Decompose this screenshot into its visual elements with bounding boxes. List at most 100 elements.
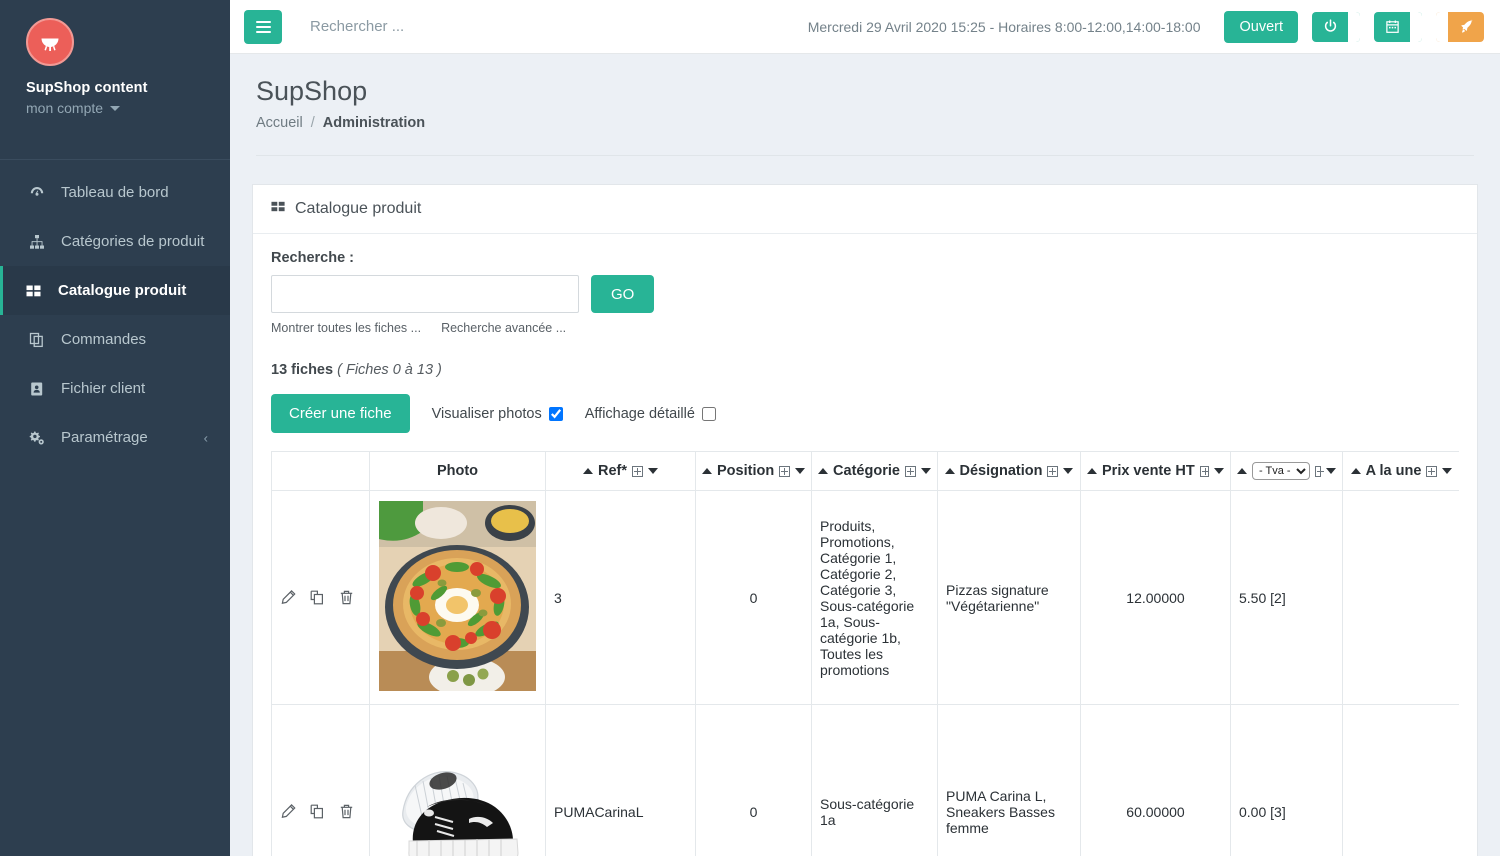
column-filter-icon[interactable] <box>1315 465 1324 477</box>
sidebar-item-label: Tableau de bord <box>61 184 169 201</box>
grid-icon <box>26 283 48 299</box>
breadcrumb: Accueil / Administration <box>256 115 1474 131</box>
th-alaune-label: A la une <box>1365 463 1422 479</box>
pizza-photo[interactable] <box>379 501 536 691</box>
duplicate-icon[interactable] <box>309 803 326 820</box>
row-photo-cell <box>369 704 546 856</box>
account-menu[interactable]: mon compte <box>26 100 230 116</box>
power-toggle[interactable] <box>1312 11 1360 42</box>
status-badge-ouvert[interactable]: Ouvert <box>1224 10 1298 43</box>
sitemap-icon <box>29 234 51 250</box>
records-count-total: 13 fiches <box>271 362 334 378</box>
sidebar-item-catalogue-produit[interactable]: Catalogue produit <box>0 266 230 315</box>
column-filter-icon[interactable] <box>779 465 790 477</box>
records-count: 13 fiches ( Fiches 0 à 13 ) <box>271 362 1459 378</box>
advanced-search-link[interactable]: Recherche avancée ... <box>441 321 566 335</box>
th-categorie: Catégorie <box>811 452 938 491</box>
sort-desc-icon[interactable] <box>648 468 658 474</box>
row-ref: 3 <box>545 490 696 705</box>
th-designation: Désignation <box>937 452 1081 491</box>
menu-toggle-button[interactable] <box>244 9 282 44</box>
catalogue-search-input[interactable] <box>271 275 579 313</box>
visualiser-photos-label: Visualiser photos <box>431 405 542 422</box>
sort-asc-icon[interactable] <box>818 468 829 474</box>
trash-icon[interactable] <box>338 589 355 606</box>
sidebar-item-tableau-de-bord[interactable]: Tableau de bord <box>0 168 230 217</box>
sort-desc-icon[interactable] <box>920 468 931 474</box>
gears-icon <box>29 430 51 446</box>
sidebar-item-commandes[interactable]: Commandes <box>0 315 230 364</box>
pencil-icon[interactable] <box>280 589 297 606</box>
account-label: mon compte <box>26 100 104 116</box>
trash-icon[interactable] <box>338 803 355 820</box>
sort-desc-icon[interactable] <box>1326 468 1336 474</box>
row-categorie: Sous-catégorie 1a <box>811 704 938 856</box>
toggle-knob <box>1348 11 1360 42</box>
row-tva: 5.50 [2] <box>1230 490 1343 705</box>
sort-desc-icon[interactable] <box>1214 468 1224 474</box>
row-categorie: Produits, Promotions, Catégorie 1, Catég… <box>811 490 938 705</box>
sort-desc-icon[interactable] <box>1442 468 1453 474</box>
calendar-toggle[interactable] <box>1374 11 1422 42</box>
visualiser-photos-checkbox-wrap[interactable]: Visualiser photos <box>432 406 563 422</box>
column-filter-icon[interactable] <box>1047 465 1059 477</box>
row-position: 0 <box>695 704 812 856</box>
row-actions <box>280 589 361 606</box>
table-row: 3 0 Produits, Promotions, Catégorie 1, C… <box>271 490 1459 705</box>
row-actions-cell <box>271 704 370 856</box>
sidebar-item-categories-de-produit[interactable]: Catégories de produit <box>0 217 230 266</box>
breadcrumb-separator: / <box>310 115 315 131</box>
panel-wrap: Catalogue produit Recherche : GO Montrer… <box>230 156 1500 856</box>
th-photo: Photo <box>369 452 546 491</box>
search-input[interactable] <box>308 17 608 36</box>
panel-header: Catalogue produit <box>253 185 1477 234</box>
sort-asc-icon[interactable] <box>702 468 712 474</box>
column-filter-icon[interactable] <box>904 465 916 477</box>
toggle-knob <box>1410 11 1422 42</box>
brand-name: SupShop content <box>26 80 148 96</box>
go-button[interactable]: GO <box>591 275 655 313</box>
sidebar-item-label: Commandes <box>61 331 147 348</box>
sidebar-item-fichier-client[interactable]: Fichier client <box>0 364 230 413</box>
row-actions <box>280 803 361 820</box>
topbar: Mercredi 29 Avril 2020 15:25 - Horaires … <box>230 0 1500 54</box>
catalogue-table-scroll[interactable]: Photo Ref* Position Catégorie Désignatio… <box>271 451 1459 856</box>
breadcrumb-home[interactable]: Accueil <box>256 115 303 131</box>
sneaker-photo[interactable] <box>379 715 536 856</box>
row-designation: PUMA Carina L, Sneakers Basses femme <box>937 704 1081 856</box>
rocket-toggle[interactable] <box>1436 11 1484 42</box>
row-alaune <box>1342 704 1459 856</box>
affichage-detaille-checkbox-wrap[interactable]: Affichage détaillé <box>585 406 716 422</box>
row-prix: 60.00000 <box>1080 704 1231 856</box>
sidebar-item-parametrage[interactable]: Paramétrage ‹ <box>0 413 230 462</box>
sort-desc-icon[interactable] <box>795 468 805 474</box>
duplicate-icon[interactable] <box>309 589 326 606</box>
sort-asc-icon[interactable] <box>1350 468 1361 474</box>
tva-select[interactable]: - Tva - <box>1252 462 1310 480</box>
visualiser-photos-checkbox[interactable] <box>548 406 563 421</box>
sidebar: SupShop content mon compte Tableau de bo… <box>0 0 230 856</box>
sort-desc-icon[interactable] <box>1063 468 1074 474</box>
clock-schedule-text: Mercredi 29 Avril 2020 15:25 - Horaires … <box>807 18 1201 35</box>
column-filter-icon[interactable] <box>632 465 643 477</box>
sort-asc-icon[interactable] <box>944 468 955 474</box>
sort-asc-icon[interactable] <box>1237 468 1247 474</box>
create-record-button[interactable]: Créer une fiche <box>271 394 410 433</box>
sort-asc-icon[interactable] <box>582 468 593 474</box>
th-position: Position <box>695 452 812 491</box>
th-position-label: Position <box>717 463 775 479</box>
search-label: Recherche : <box>271 250 355 266</box>
supshop-logo-icon <box>26 18 74 66</box>
column-filter-icon[interactable] <box>1199 465 1209 477</box>
toggle-knob <box>1436 11 1448 42</box>
address-book-icon <box>29 381 51 397</box>
column-filter-icon[interactable] <box>1426 465 1438 477</box>
pencil-icon[interactable] <box>280 803 297 820</box>
page-title: SupShop <box>256 76 368 106</box>
affichage-detaille-checkbox[interactable] <box>701 406 716 421</box>
grid-icon <box>271 199 286 219</box>
sort-asc-icon[interactable] <box>1087 468 1097 474</box>
show-all-records-link[interactable]: Montrer toutes les fiches ... <box>271 321 421 335</box>
panel-title: Catalogue produit <box>295 200 422 217</box>
catalogue-table: Photo Ref* Position Catégorie Désignatio… <box>271 452 1459 856</box>
